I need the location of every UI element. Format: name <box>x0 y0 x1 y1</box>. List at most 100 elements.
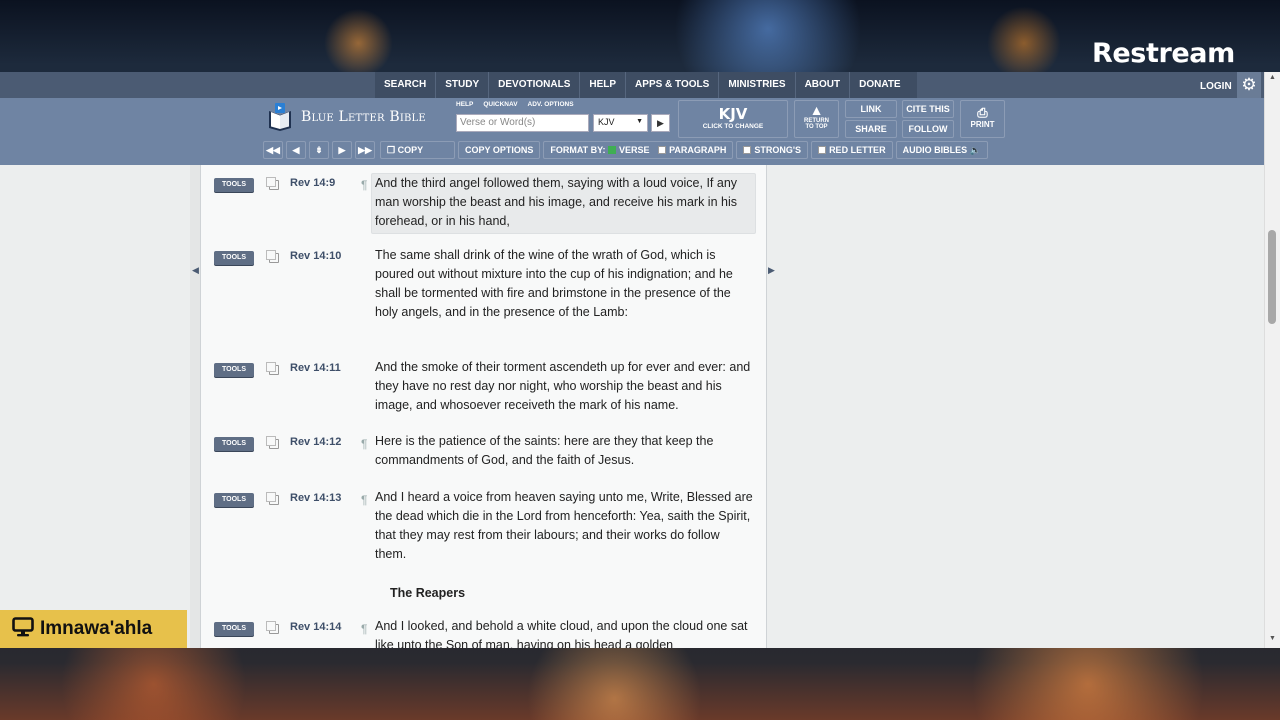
verse-text: And I heard a voice from heaven saying u… <box>375 490 753 561</box>
copy-label: COPY <box>397 145 424 155</box>
pilcrow-icon: ¶ <box>361 493 368 507</box>
audio-bibles-label: AUDIO BIBLES <box>902 145 968 155</box>
nav-apps-tools[interactable]: APPS & TOOLS <box>626 72 720 98</box>
streamer-name-badge: Imnawa'ahla <box>0 610 187 648</box>
help-link[interactable]: HELP <box>456 101 473 108</box>
search-input[interactable]: Verse or Word(s) <box>456 114 589 132</box>
adv-options-link[interactable]: ADV. OPTIONS <box>528 101 574 108</box>
tools-button[interactable]: TOOLS <box>214 363 254 377</box>
to-top-label: TO TOP <box>805 124 828 130</box>
chapter-list-icon[interactable]: ⇟ <box>309 141 329 159</box>
format-by-group: FORMAT BY: VERSE PARAGRAPH <box>543 141 734 159</box>
tools-button[interactable]: TOOLS <box>214 437 254 451</box>
restream-brand: Restream <box>1092 38 1235 69</box>
strongs-checkbox <box>743 146 752 154</box>
verse-reference[interactable]: Rev 14:13 <box>290 492 341 504</box>
previous-verse-icon[interactable]: ◀ <box>286 141 306 159</box>
tools-button[interactable]: TOOLS <box>214 178 254 192</box>
print-label: PRINT <box>970 120 995 129</box>
nav-about[interactable]: ABOUT <box>796 72 851 98</box>
next-chapter-icon[interactable]: ▶▶ <box>355 141 375 159</box>
verse-label: VERSE <box>619 145 650 155</box>
bible-toolbar: ◀◀ ◀ ⇟ ▶ ▶▶ ❐ COPY COPY OPTIONS FORMAT B… <box>263 141 988 159</box>
verse-text: And I looked, and behold a white cloud, … <box>375 619 748 648</box>
follow-button[interactable]: FOLLOW <box>902 120 954 138</box>
version-change-button[interactable]: KJV CLICK TO CHANGE <box>678 100 788 138</box>
version-select-value: KJV <box>598 117 615 127</box>
verse-reference[interactable]: Rev 14:14 <box>290 621 341 633</box>
left-sidebar-rail <box>190 165 201 648</box>
link-button[interactable]: LINK <box>845 100 897 118</box>
share-button[interactable]: SHARE <box>845 120 897 138</box>
audio-bibles-button[interactable]: AUDIO BIBLES 🔈 <box>895 141 988 159</box>
paragraph-label: PARAGRAPH <box>669 145 727 155</box>
scroll-down-icon[interactable]: ▼ <box>1269 635 1276 642</box>
nav-search[interactable]: SEARCH <box>375 72 437 98</box>
caret-down-icon: ▼ <box>636 118 643 125</box>
monitor-icon <box>12 616 34 642</box>
scrollbar-thumb[interactable] <box>1268 230 1276 324</box>
cite-button[interactable]: CITE THIS <box>902 100 954 118</box>
streamer-name: Imnawa'ahla <box>40 618 153 639</box>
blue-letter-bible-window: SEARCH STUDY DEVOTIONALS HELP APPS & TOO… <box>0 72 1280 648</box>
verse-reference[interactable]: Rev 14:11 <box>290 362 341 374</box>
nav-menu: SEARCH STUDY DEVOTIONALS HELP APPS & TOO… <box>375 72 917 98</box>
copy-verse-icon[interactable] <box>266 492 279 505</box>
red-letter-toggle[interactable]: RED LETTER <box>811 141 893 159</box>
pilcrow-icon: ¶ <box>361 437 368 451</box>
up-arrow-icon: ▲ <box>809 102 824 118</box>
verse-text: The same shall drink of the wine of the … <box>375 248 733 319</box>
scroll-up-icon[interactable]: ▲ <box>1269 74 1276 81</box>
nav-devotionals[interactable]: DEVOTIONALS <box>489 72 581 98</box>
verse-text: And the smoke of their torment ascendeth… <box>375 360 751 412</box>
copy-verse-icon[interactable] <box>266 250 279 263</box>
verse-reference[interactable]: Rev 14:9 <box>290 177 335 189</box>
nav-donate[interactable]: DONATE <box>850 72 916 98</box>
red-letter-checkbox <box>818 146 827 154</box>
copy-button[interactable]: ❐ COPY <box>380 141 455 159</box>
page-scrollbar[interactable]: ▲ ▼ <box>1264 72 1280 648</box>
copy-verse-icon[interactable] <box>266 436 279 449</box>
red-letter-label: RED LETTER <box>829 145 886 155</box>
version-change-label: CLICK TO CHANGE <box>702 123 764 130</box>
tools-button[interactable]: TOOLS <box>214 251 254 265</box>
pilcrow-icon: ¶ <box>361 178 368 192</box>
bible-text-panel: TOOLS Rev 14:9 ¶ And the third angel fol… <box>201 165 767 648</box>
copy-verse-icon[interactable] <box>266 621 279 634</box>
collapse-right-icon[interactable]: ▶ <box>768 265 775 276</box>
verse-reference[interactable]: Rev 14:10 <box>290 250 341 262</box>
login-link[interactable]: LOGIN <box>1200 81 1232 92</box>
copy-options-button[interactable]: COPY OPTIONS <box>458 141 541 159</box>
collapse-left-icon[interactable]: ◀ <box>192 265 199 276</box>
site-logo[interactable]: Blue Letter Bible <box>267 103 426 131</box>
tools-button[interactable]: TOOLS <box>214 622 254 636</box>
version-select[interactable]: KJV ▼ <box>593 114 648 132</box>
version-name: KJV <box>718 105 748 123</box>
search-links: HELP QUICKNAV ADV. OPTIONS <box>456 101 574 108</box>
nav-study[interactable]: STUDY <box>436 72 490 98</box>
top-navigation: SEARCH STUDY DEVOTIONALS HELP APPS & TOO… <box>0 72 1264 98</box>
nav-ministries[interactable]: MINISTRIES <box>719 72 796 98</box>
speaker-icon: 🔈 <box>969 145 981 155</box>
copy-verse-icon[interactable] <box>266 177 279 190</box>
header-bar: Blue Letter Bible HELP QUICKNAV ADV. OPT… <box>0 98 1264 165</box>
copy-verse-icon[interactable] <box>266 362 279 375</box>
gear-icon[interactable]: ⚙ <box>1237 72 1261 98</box>
quicknav-link[interactable]: QUICKNAV <box>483 101 517 108</box>
print-button[interactable]: ⎙ PRINT <box>960 100 1005 138</box>
bible-logo-icon <box>267 103 293 131</box>
return-to-top-button[interactable]: ▲ RETURN TO TOP <box>794 100 839 138</box>
site-title: Blue Letter Bible <box>301 109 426 125</box>
search-go-button[interactable]: ▶ <box>651 114 670 132</box>
previous-chapter-icon[interactable]: ◀◀ <box>263 141 283 159</box>
tools-button[interactable]: TOOLS <box>214 493 254 507</box>
nav-help[interactable]: HELP <box>580 72 627 98</box>
strongs-toggle[interactable]: STRONG'S <box>736 141 809 159</box>
paragraph-checkbox[interactable] <box>658 146 667 154</box>
format-by-label: FORMAT BY: <box>550 145 606 155</box>
verse-checkbox[interactable] <box>608 146 617 154</box>
strongs-label: STRONG'S <box>754 145 802 155</box>
pilcrow-icon: ¶ <box>361 622 368 636</box>
next-verse-icon[interactable]: ▶ <box>332 141 352 159</box>
verse-reference[interactable]: Rev 14:12 <box>290 436 341 448</box>
